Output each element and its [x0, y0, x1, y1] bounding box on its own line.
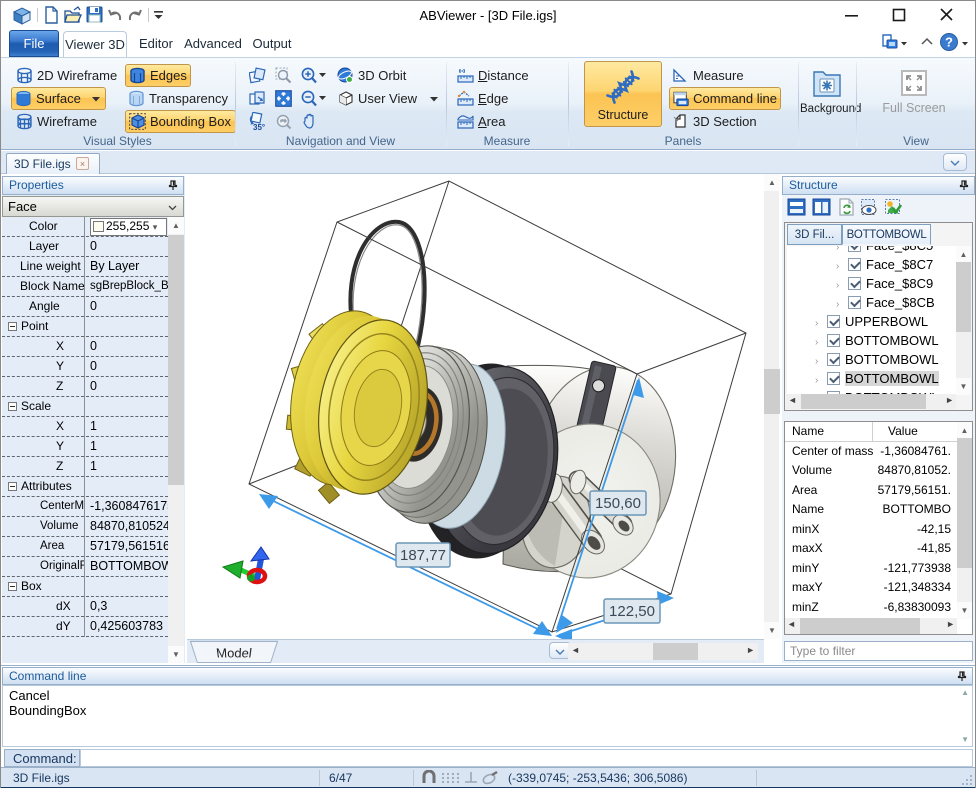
svg-text:187,77: 187,77 [400, 547, 446, 564]
svg-text:150,60: 150,60 [595, 495, 641, 512]
svg-text:35°: 35° [253, 123, 265, 131]
svg-text:122,50: 122,50 [609, 603, 655, 620]
svg-text:?: ? [945, 35, 953, 50]
